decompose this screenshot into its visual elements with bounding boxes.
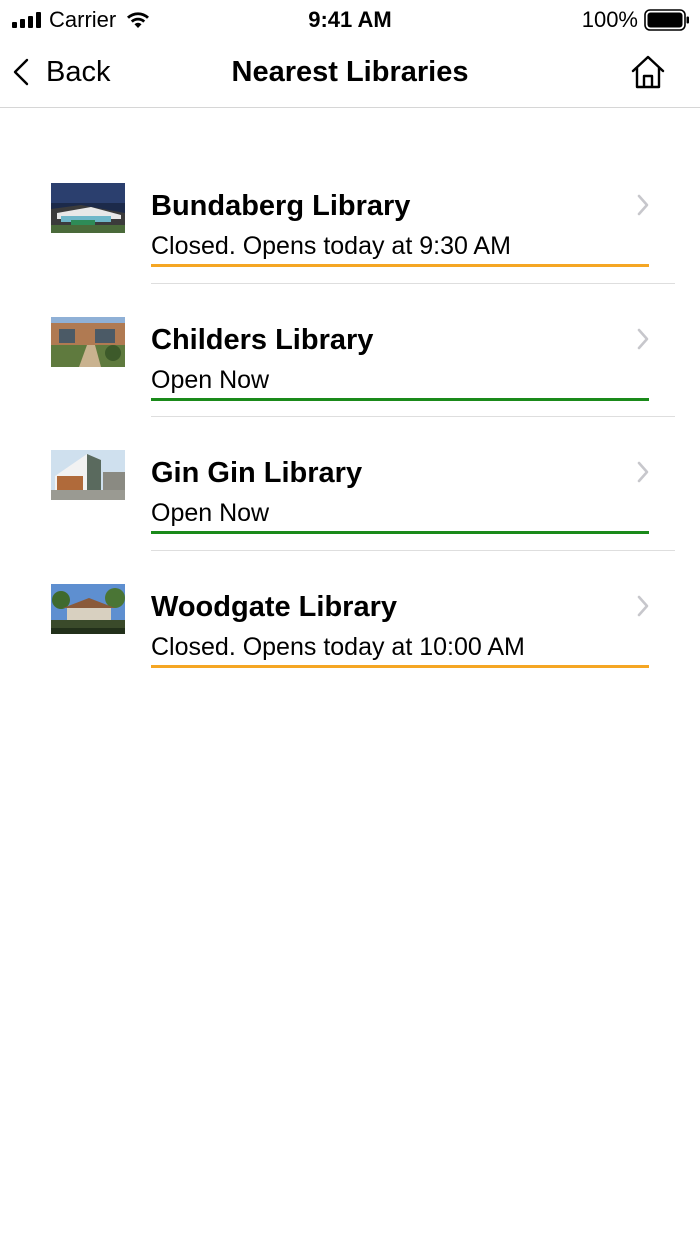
chevron-right-icon	[637, 194, 649, 216]
library-row-bundaberg[interactable]: Bundaberg Library Closed. Opens today at…	[0, 150, 700, 284]
library-status: Closed. Opens today at 9:30 AM	[151, 232, 511, 260]
library-thumbnail	[51, 450, 125, 500]
library-name: Gin Gin Library	[151, 457, 363, 489]
library-row-childers[interactable]: Childers Library Open Now	[0, 284, 700, 417]
page-title: Nearest Libraries	[231, 56, 469, 88]
chevron-right-icon	[637, 328, 649, 349]
battery-icon	[644, 9, 689, 31]
library-thumbnail	[51, 316, 125, 367]
status-bar: Carrier 9:41 AM 100%	[0, 0, 700, 40]
library-status: Open Now	[151, 365, 270, 394]
home-icon[interactable]	[630, 54, 666, 90]
library-thumbnail	[51, 183, 125, 233]
chevron-right-icon	[637, 595, 649, 616]
battery-percent: 100%	[581, 7, 638, 32]
library-name: Childers Library	[151, 323, 374, 356]
library-status: Closed. Opens today at 10:00 AM	[151, 632, 525, 661]
status-indicator-line	[151, 397, 649, 401]
library-row-gin-gin[interactable]: Gin Gin Library Open Now	[0, 417, 700, 551]
library-thumbnail	[51, 583, 125, 634]
status-indicator-line	[151, 531, 649, 534]
library-list: Bundaberg Library Closed. Opens today at…	[0, 150, 700, 684]
library-name: Woodgate Library	[151, 590, 397, 623]
status-indicator-line	[151, 264, 649, 267]
library-name: Bundaberg Library	[151, 190, 411, 222]
status-indicator-line	[151, 664, 649, 668]
library-status: Open Now	[151, 499, 270, 527]
status-right: 100%	[582, 6, 690, 34]
navigation-bar: Back Nearest Libraries	[0, 40, 700, 108]
chevron-right-icon	[637, 461, 649, 483]
library-row-woodgate[interactable]: Woodgate Library Closed. Opens today at …	[0, 551, 700, 685]
